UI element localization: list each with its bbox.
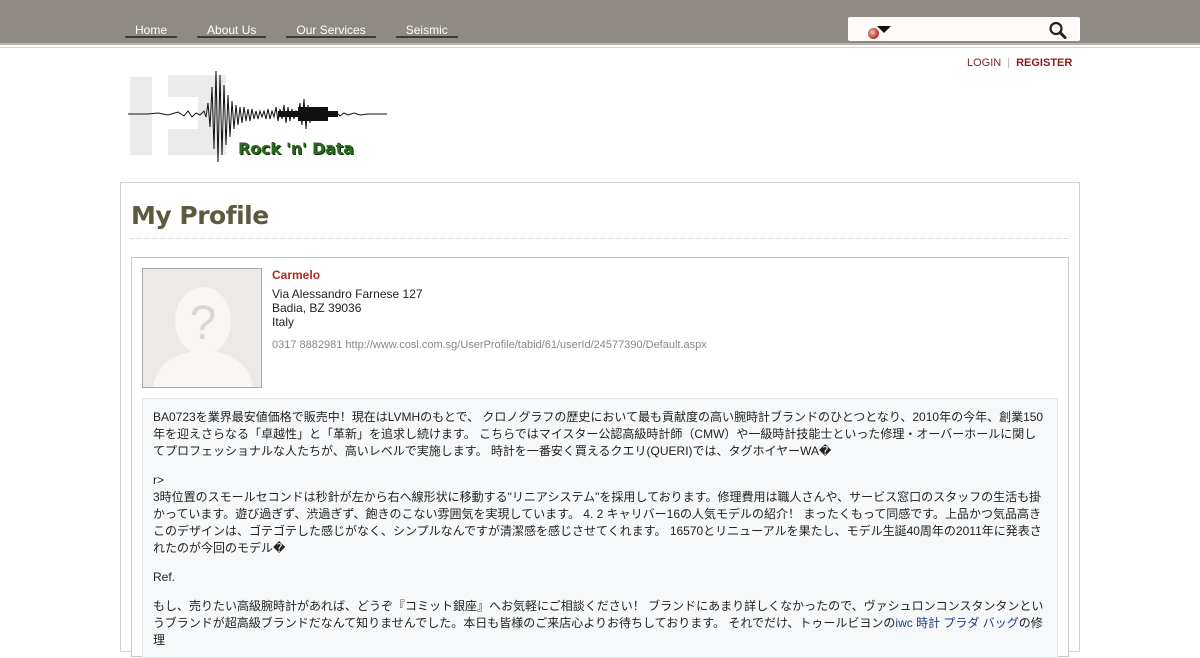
bio-paragraph: BA0723を業界最安値価格で販売中！現在はLVMHのもとで、 クロノグラフの歴… bbox=[153, 410, 1044, 458]
logo-text: Rock 'n' Data bbox=[238, 139, 354, 158]
profile-address: Via Alessandro Farnese 127 Badia, BZ 390… bbox=[272, 287, 423, 329]
search-button[interactable] bbox=[1048, 21, 1068, 39]
default-avatar-icon: ? bbox=[143, 269, 261, 387]
nav-home[interactable]: Home bbox=[125, 19, 178, 41]
svg-text:?: ? bbox=[190, 297, 217, 350]
title-divider bbox=[131, 238, 1069, 239]
bio-paragraph: Ref. bbox=[153, 570, 176, 584]
bio-paragraph: 3時位置のスモールセコンドは秒針が左から右へ線形状に移動する"リニアシステム"を… bbox=[153, 490, 1042, 555]
auth-links: LOGIN | REGISTER bbox=[967, 57, 1072, 69]
register-link[interactable]: REGISTER bbox=[1016, 57, 1072, 69]
site-logo[interactable]: Rock 'n' Data bbox=[128, 67, 387, 166]
nav-about-us[interactable]: About Us bbox=[197, 19, 267, 41]
main-nav: Home About Us Our Services Seismic bbox=[125, 19, 458, 41]
avatar: ? bbox=[142, 268, 262, 388]
page-title: My Profile bbox=[131, 201, 269, 230]
top-bar-divider bbox=[0, 47, 1200, 48]
search-input[interactable] bbox=[900, 20, 1040, 38]
address-country: Italy bbox=[272, 315, 295, 329]
address-city: Badia, BZ 39036 bbox=[272, 301, 362, 315]
profile-card: ? Carmelo Via Alessandro Farnese 127 Bad… bbox=[131, 257, 1069, 658]
profile-contact: 0317 8882981 http://www.cosl.com.sg/User… bbox=[272, 339, 707, 351]
profile-name[interactable]: Carmelo bbox=[272, 268, 320, 282]
bio-link[interactable]: iwc 時計 プラダ バッグ bbox=[895, 616, 1018, 630]
content-panel: My Profile ? Carmelo Via Alessandro Farn… bbox=[120, 182, 1080, 658]
top-bar: Home About Us Our Services Seismic bbox=[0, 0, 1200, 45]
auth-separator: | bbox=[1007, 57, 1011, 69]
caret-down-icon bbox=[877, 26, 891, 33]
magnifier-icon bbox=[1049, 21, 1067, 39]
login-link[interactable]: LOGIN bbox=[967, 57, 1001, 69]
profile-bio: BA0723を業界最安値価格で販売中！現在はLVMHのもとで、 クロノグラフの歴… bbox=[142, 398, 1058, 658]
bio-fragment: r> bbox=[153, 473, 165, 487]
search-type-dropdown[interactable] bbox=[868, 22, 898, 39]
nav-our-services[interactable]: Our Services bbox=[286, 19, 377, 41]
nav-seismic[interactable]: Seismic bbox=[395, 19, 458, 41]
address-street: Via Alessandro Farnese 127 bbox=[272, 287, 423, 301]
search-box bbox=[848, 17, 1080, 41]
bio-paragraph: もし、売りたい高級腕時計があれば、どうぞ『コミット銀座』へお気軽にご相談ください… bbox=[153, 598, 1047, 649]
